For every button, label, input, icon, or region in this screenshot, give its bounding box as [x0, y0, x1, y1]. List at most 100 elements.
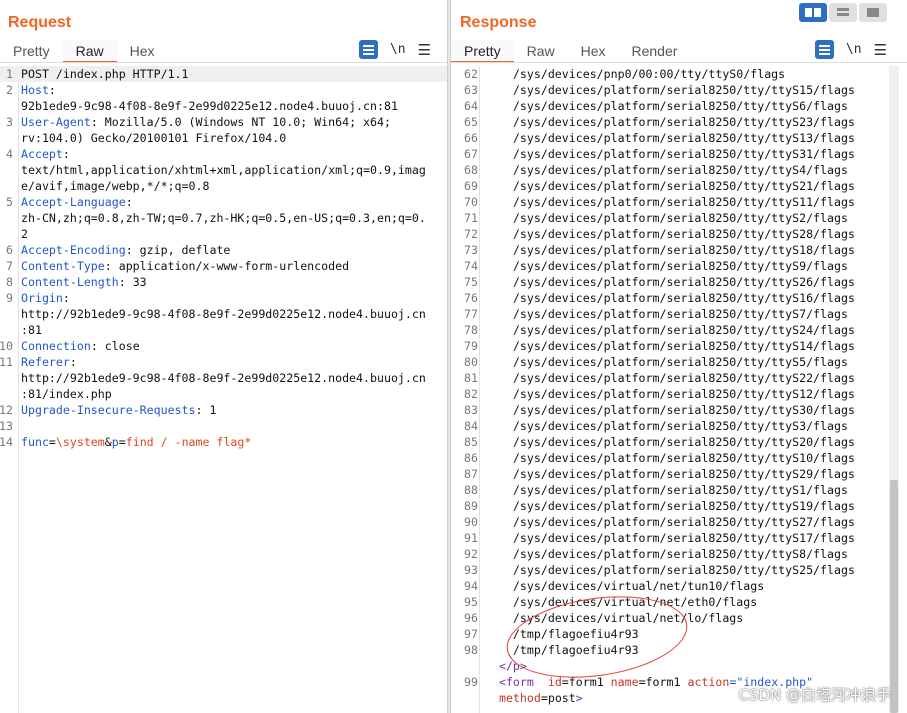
scrollbar-thumb[interactable] — [890, 480, 898, 713]
code-line: 86 /sys/devices/platform/serial8250/tty/… — [451, 450, 907, 466]
code-line: 1 POST /index.php HTTP/1.1 — [0, 66, 447, 82]
code-token: : — [125, 195, 133, 209]
newline-icon[interactable]: \n — [846, 42, 862, 57]
request-tab-raw[interactable]: Raw — [62, 40, 117, 63]
line-number: 65 — [464, 115, 478, 129]
code-line: 8 Content-Length: 33 — [0, 274, 447, 290]
line-number: 85 — [464, 435, 478, 449]
code-line: 66 /sys/devices/platform/serial8250/tty/… — [451, 130, 907, 146]
line-code: method=post> — [485, 690, 583, 706]
code-token: 92b1ede9-9c98-4f08-8e9f-2e99d0225e12.nod… — [21, 99, 398, 113]
code-line: 68 /sys/devices/platform/serial8250/tty/… — [451, 162, 907, 178]
response-tab-raw[interactable]: Raw — [514, 40, 568, 63]
code-token: /tmp/flagoefiu4r93 — [485, 627, 639, 641]
line-number: 14 — [0, 435, 13, 449]
line-code: /sys/devices/virtual/net/lo/flags — [485, 610, 743, 626]
line-number: 93 — [464, 563, 478, 577]
line-code: /sys/devices/virtual/net/tun10/flags — [485, 578, 764, 594]
code-token: /sys/devices/platform/serial8250/tty/tty… — [485, 115, 855, 129]
code-token: :81 — [21, 323, 42, 337]
code-line: 3 User-Agent: Mozilla/5.0 (Windows NT 10.… — [0, 114, 447, 130]
code-line: 80 /sys/devices/platform/serial8250/tty/… — [451, 354, 907, 370]
single-pane-icon[interactable] — [859, 3, 887, 22]
line-number: 1 — [6, 67, 13, 81]
code-token: : Mozilla/5.0 (Windows NT 10.0; Win64; x… — [90, 115, 391, 129]
code-token: 2 — [21, 227, 28, 241]
wrap-lines-icon[interactable] — [814, 40, 834, 59]
code-line: 87 /sys/devices/platform/serial8250/tty/… — [451, 466, 907, 482]
line-code: zh-CN,zh;q=0.8,zh-TW;q=0.7,zh-HK;q=0.5,e… — [21, 210, 426, 226]
line-code: /sys/devices/platform/serial8250/tty/tty… — [485, 498, 855, 514]
split-rows-icon[interactable] — [829, 3, 857, 22]
line-number: 62 — [464, 67, 478, 81]
code-token: : — [69, 355, 77, 369]
line-code: Connection: close — [21, 338, 140, 354]
code-token: Accept — [21, 147, 63, 161]
request-tabs: Pretty Raw Hex — [0, 40, 168, 63]
code-token: /sys/devices/platform/serial8250/tty/tty… — [485, 355, 848, 369]
line-number: 3 — [6, 115, 13, 129]
code-token: =form1 — [561, 675, 611, 689]
line-code: Content-Type: application/x-www-form-url… — [21, 258, 349, 274]
line-number: 63 — [464, 83, 478, 97]
response-editor[interactable]: 62 /sys/devices/pnp0/00:00/tty/ttyS0/fla… — [451, 66, 907, 713]
code-token: Upgrade-Insecure-Requests — [21, 403, 196, 417]
code-token: /sys/devices/platform/serial8250/tty/tty… — [485, 563, 855, 577]
request-editor[interactable]: 1 POST /index.php HTTP/1.1 2 Host: 92b1ede9-… — [0, 66, 447, 713]
wrap-lines-icon[interactable] — [358, 40, 378, 59]
code-token: : gzip, deflate — [125, 243, 231, 257]
code-line: 4 Accept: — [0, 146, 447, 162]
menu-icon[interactable]: ☰ — [418, 41, 431, 59]
code-token: \system — [55, 435, 105, 449]
line-code: /sys/devices/platform/serial8250/tty/tty… — [485, 482, 848, 498]
line-code: Accept: — [21, 146, 70, 162]
line-code: /sys/devices/platform/serial8250/tty/tty… — [485, 370, 855, 386]
code-line: 81 /sys/devices/platform/serial8250/tty/… — [451, 370, 907, 386]
code-token: /sys/devices/platform/serial8250/tty/tty… — [485, 307, 848, 321]
code-token: text/html,application/xhtml+xml,applicat… — [21, 163, 426, 177]
response-tab-hex[interactable]: Hex — [568, 40, 619, 63]
code-token: /sys/devices/platform/serial8250/tty/tty… — [485, 387, 855, 401]
code-line: 92 /sys/devices/platform/serial8250/tty/… — [451, 546, 907, 562]
line-number: 86 — [464, 451, 478, 465]
code-token: p — [111, 435, 119, 449]
newline-icon[interactable]: \n — [390, 42, 406, 57]
line-code: /sys/devices/platform/serial8250/tty/tty… — [485, 114, 855, 130]
code-line: 98 /tmp/flagoefiu4r93 — [451, 642, 907, 658]
code-line: 75 /sys/devices/platform/serial8250/tty/… — [451, 274, 907, 290]
split-columns-icon[interactable] — [799, 3, 827, 22]
request-tab-hex[interactable]: Hex — [117, 40, 168, 63]
code-line: 73 /sys/devices/platform/serial8250/tty/… — [451, 242, 907, 258]
line-code: Referer: — [21, 354, 77, 370]
menu-icon[interactable]: ☰ — [874, 41, 887, 59]
code-line: 83 /sys/devices/platform/serial8250/tty/… — [451, 402, 907, 418]
code-line: 74 /sys/devices/platform/serial8250/tty/… — [451, 258, 907, 274]
line-code: :81/index.php — [21, 386, 112, 402]
code-token: : 33 — [118, 275, 147, 289]
code-line: 65 /sys/devices/platform/serial8250/tty/… — [451, 114, 907, 130]
line-code: /sys/devices/virtual/net/eth0/flags — [485, 594, 757, 610]
code-token: Origin — [21, 291, 63, 305]
code-token: /sys/devices/virtual/net/tun10/flags — [485, 579, 765, 593]
response-tab-pretty[interactable]: Pretty — [451, 40, 514, 63]
line-code: /sys/devices/platform/serial8250/tty/tty… — [485, 226, 855, 242]
line-code: :81 — [21, 322, 42, 338]
response-tab-render[interactable]: Render — [619, 40, 691, 63]
response-scrollbar[interactable] — [889, 66, 899, 713]
line-number: 95 — [464, 595, 478, 609]
line-code: /sys/devices/platform/serial8250/tty/tty… — [485, 274, 855, 290]
code-line: 5 Accept-Language: — [0, 194, 447, 210]
line-number: 11 — [0, 355, 13, 369]
line-number: 10 — [0, 339, 13, 353]
line-number: 98 — [464, 643, 478, 657]
code-line: 95 /sys/devices/virtual/net/eth0/flags — [451, 594, 907, 610]
code-token: /sys/devices/platform/serial8250/tty/tty… — [485, 259, 848, 273]
code-token: : application/x-www-form-urlencoded — [104, 259, 350, 273]
request-tab-pretty[interactable]: Pretty — [0, 40, 63, 63]
line-code: /sys/devices/platform/serial8250/tty/tty… — [485, 306, 848, 322]
code-token: /sys/devices/platform/serial8250/tty/tty… — [485, 419, 848, 433]
code-token: = — [118, 435, 126, 449]
code-token: Accept-Language — [21, 195, 126, 209]
line-code: /sys/devices/platform/serial8250/tty/tty… — [485, 162, 848, 178]
view-mode-buttons — [799, 3, 887, 22]
